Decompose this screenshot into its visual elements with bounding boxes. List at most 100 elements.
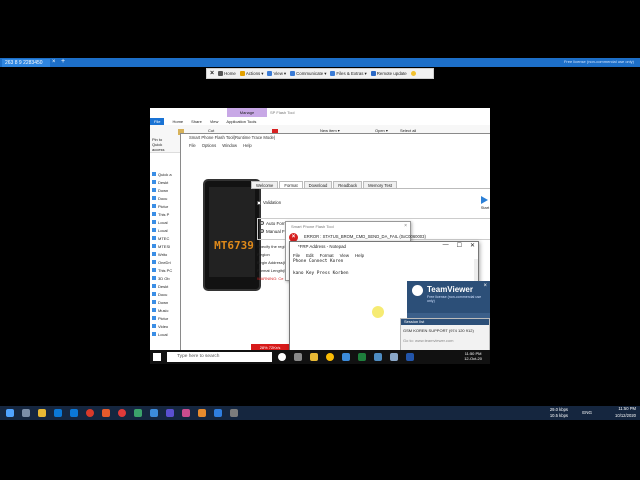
emoji-icon[interactable] (410, 71, 416, 76)
task-view-icon[interactable] (294, 353, 302, 361)
auto-format-radio[interactable] (260, 221, 264, 225)
language-indicator[interactable]: ENG (582, 410, 592, 415)
menu-view[interactable]: View (340, 253, 349, 258)
store-icon[interactable] (70, 409, 78, 417)
add-tab-icon[interactable]: + (61, 58, 65, 65)
tab-memory-test[interactable]: Memory Test (363, 181, 398, 188)
close-icon[interactable]: × (404, 223, 407, 229)
nav-item[interactable]: MTEC (152, 234, 182, 242)
app-icon[interactable] (198, 409, 206, 417)
tab-readback[interactable]: Readback (333, 181, 363, 188)
nav-item[interactable]: Writo (152, 250, 182, 258)
local-clock[interactable]: 11:50 PM 10/12/2020 (615, 406, 636, 419)
nav-item[interactable]: Pictur (152, 314, 182, 322)
close-tab-icon[interactable]: × (52, 59, 56, 65)
session-item[interactable]: GSM KOREN SUPPORT (974 120 912) (401, 325, 489, 336)
edge-icon[interactable] (54, 409, 62, 417)
taskbar-search-box[interactable]: Type here to search (167, 352, 272, 362)
app-icon[interactable] (102, 409, 110, 417)
nav-item-label: Music (158, 307, 169, 313)
cortana-icon[interactable] (278, 353, 286, 361)
maximize-button[interactable]: ☐ (457, 242, 462, 249)
menu-help[interactable]: Help (355, 253, 364, 258)
nav-item[interactable]: This P (152, 210, 182, 218)
menu-options[interactable]: Options (202, 143, 216, 151)
teamviewer-icon[interactable] (342, 353, 350, 361)
local-time: 11:50 PM (618, 406, 636, 411)
nav-item[interactable]: Deskt (152, 178, 182, 186)
files-extras-menu[interactable]: Files & Extras ▾ (330, 71, 367, 77)
search-icon[interactable] (22, 409, 30, 417)
flash-tool-icon[interactable] (406, 353, 414, 361)
windows-start-icon[interactable] (6, 409, 14, 417)
tab-download[interactable]: Download (303, 181, 333, 188)
camera-icon[interactable] (86, 409, 94, 417)
remote-update-button[interactable]: Remote update (370, 71, 407, 76)
view-menu[interactable]: View ▾ (267, 71, 286, 77)
manage-tab[interactable]: Manage (227, 108, 267, 117)
nav-item[interactable]: Deskt (152, 282, 182, 290)
app-icon[interactable] (134, 409, 142, 417)
remote-clock[interactable]: 11:50 PM 12-Oct-20 (464, 351, 482, 361)
nav-item[interactable]: OneDri (152, 258, 182, 266)
app-icon[interactable] (214, 409, 222, 417)
menu-format[interactable]: Format (320, 253, 334, 258)
teamviewer-footer[interactable]: Go to: www.teamviewer.com (401, 336, 489, 345)
menu-help[interactable]: Help (243, 143, 252, 151)
nav-item[interactable]: Quick a (152, 170, 182, 178)
opera-icon[interactable] (118, 409, 126, 417)
pin-quick-access[interactable]: Pin to Quick access (152, 137, 172, 152)
excel-icon[interactable] (358, 353, 366, 361)
manual-format-radio[interactable] (260, 229, 264, 233)
teamviewer-icon[interactable] (150, 409, 158, 417)
nav-item[interactable]: Down (152, 186, 182, 194)
file-explorer-icon[interactable] (310, 353, 318, 361)
tab-home[interactable]: Home (172, 119, 183, 124)
home-button[interactable]: Home (218, 71, 236, 76)
app-icon[interactable] (182, 409, 190, 417)
tab-welcome[interactable]: Welcome (251, 181, 279, 188)
actions-menu[interactable]: Actions ▾ (239, 71, 263, 77)
file-explorer-icon[interactable] (38, 409, 46, 417)
close-icon[interactable]: × (483, 283, 487, 289)
session-tab[interactable]: 263 8 9 2283450 (2, 59, 50, 67)
start-button[interactable]: Start (477, 196, 490, 210)
notepad-icon[interactable] (390, 353, 398, 361)
tab-share[interactable]: Share (191, 119, 202, 124)
download-speed: 10.5 kbps (549, 413, 568, 418)
nav-item[interactable]: Local (152, 330, 182, 338)
nav-item[interactable]: Local (152, 226, 182, 234)
nav-item[interactable]: MTESI (152, 242, 182, 250)
tab-file[interactable]: File (150, 117, 165, 125)
explorer-title: SP Flash Tool (270, 110, 295, 115)
remote-desktop[interactable]: Manage SP Flash Tool File Home Share Vie… (150, 108, 490, 364)
nav-item[interactable]: This PC (152, 266, 182, 274)
nav-item[interactable]: Local (152, 218, 182, 226)
nav-item[interactable]: Video (152, 322, 182, 330)
close-button[interactable]: ✕ (470, 242, 475, 249)
close-session-button[interactable]: × (210, 70, 214, 77)
tab-view[interactable]: View (210, 119, 219, 124)
nav-item[interactable]: Pictur (152, 202, 182, 210)
nav-item[interactable]: 3D Ob (152, 274, 182, 282)
menu-edit[interactable]: Edit (306, 253, 314, 258)
app-icon[interactable] (230, 409, 238, 417)
menu-file[interactable]: File (293, 253, 300, 258)
menu-file[interactable]: File (189, 143, 196, 151)
communicate-menu[interactable]: Communicate ▾ (290, 71, 326, 77)
download-icon (152, 300, 156, 304)
tab-application-tools[interactable]: Application Tools (226, 119, 256, 124)
menu-window[interactable]: Window (222, 143, 237, 151)
app-icon[interactable] (166, 409, 174, 417)
nav-item[interactable]: Docu (152, 290, 182, 298)
minimize-button[interactable]: — (443, 242, 449, 249)
nav-item[interactable]: Music (152, 306, 182, 314)
validation-checkbox[interactable] (257, 200, 261, 205)
chrome-icon[interactable] (326, 353, 334, 361)
nav-item[interactable]: Down (152, 298, 182, 306)
windows-start-icon[interactable] (153, 353, 161, 361)
tab-format[interactable]: Format (279, 181, 303, 188)
drive-icon (152, 228, 156, 232)
app-icon[interactable] (374, 353, 382, 361)
nav-item[interactable]: Docu (152, 194, 182, 202)
